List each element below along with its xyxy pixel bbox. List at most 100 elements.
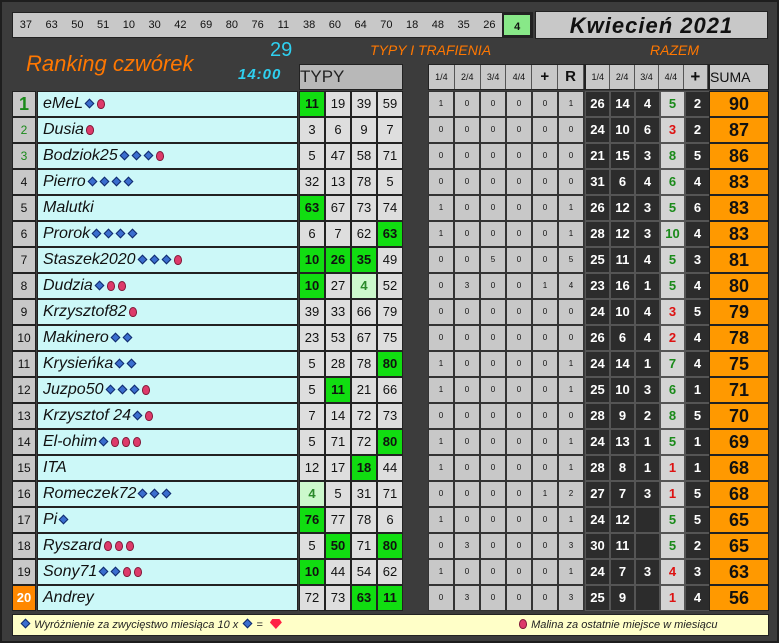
ranking-panel: 37 63 50 51 10 30 42 69 80 76 11 38 60 64 70 18 48 35 26 4 … — [0, 0, 779, 643]
trafienia-cell: 0 — [480, 377, 506, 403]
header-cell: 1/4 — [586, 65, 611, 89]
razem-cell: 2 — [685, 117, 710, 143]
suma-cell: 83 — [709, 195, 769, 221]
trafienia-cell: 0 — [428, 585, 454, 611]
player-name-text: Sony71 — [43, 563, 98, 580]
drawn-number: 60 — [328, 19, 341, 31]
trafienia-cell: 0 — [506, 91, 532, 117]
header-cell: 4/4 — [659, 65, 684, 89]
trafienia-cell: 1 — [558, 507, 584, 533]
diamond-icon — [94, 280, 105, 291]
trafienia-cell: 0 — [480, 403, 506, 429]
drawn-number: 30 — [148, 19, 161, 31]
trafienia-cell: 0 — [480, 117, 506, 143]
typ-cell: 73 — [351, 195, 377, 221]
trafienia-cell: 0 — [532, 507, 558, 533]
trafienia-cell: 0 — [454, 91, 480, 117]
trafienia-cell: 0 — [454, 221, 480, 247]
razem-cell: 21 — [585, 143, 610, 169]
drawn-number: 11 — [277, 19, 290, 31]
table-row: 3 Bodziok25 5 47 58 71 0 0 0 0 0 0 21 15 3 8 5 86 — [12, 143, 769, 169]
razem-cell: 12 — [610, 507, 635, 533]
header-cell: + — [532, 65, 559, 89]
trafienia-cell: 1 — [532, 273, 558, 299]
typ-cell: 62 — [377, 559, 403, 585]
typ-cell: 74 — [377, 195, 403, 221]
trafienia-cell: 0 — [558, 403, 584, 429]
table-row: 13 Krzysztof 24 7 14 72 73 0 0 0 0 0 0 28 9 2 8 5 70 — [12, 403, 769, 429]
trafienia-cell: 0 — [532, 169, 558, 195]
razem-cell: 6 — [660, 377, 685, 403]
razem-cell: 5 — [685, 507, 710, 533]
trafienia-cell: 0 — [506, 481, 532, 507]
razem-cell: 15 — [610, 143, 635, 169]
typ-cell: 27 — [325, 273, 351, 299]
suma-cell: 90 — [709, 91, 769, 117]
diamond-icon — [84, 98, 95, 109]
header-razem: 1/4 2/4 3/4 4/4 + — [585, 64, 709, 90]
razem-cell: 1 — [685, 455, 710, 481]
player-name-text: Andrey — [43, 589, 94, 606]
razem-cell: 28 — [585, 403, 610, 429]
player-name: Dudzia — [37, 273, 298, 299]
typ-cell: 75 — [377, 325, 403, 351]
razem-cell: 6 — [610, 325, 635, 351]
trafienia-cell: 0 — [506, 299, 532, 325]
table-row: 6 Prorok 6 7 62 63 1 0 0 0 0 1 28 12 3 10 4 83 — [12, 221, 769, 247]
trafienia-cell: 0 — [532, 429, 558, 455]
trafienia-cell: 1 — [558, 221, 584, 247]
rank-cell: 19 — [12, 559, 36, 585]
trafienia-cell: 0 — [454, 429, 480, 455]
diamond-icon — [132, 410, 143, 421]
diamond-icon — [111, 176, 122, 187]
rank-cell: 4 — [12, 169, 36, 195]
rank-cell: 10 — [12, 325, 36, 351]
raspberry-icon — [125, 541, 134, 551]
drawn-number: 42 — [174, 19, 187, 31]
razem-cell: 6 — [660, 169, 685, 195]
razem-cell: 1 — [635, 273, 660, 299]
typ-cell: 5 — [299, 351, 325, 377]
razem-cell: 4 — [685, 221, 710, 247]
typ-cell: 10 — [299, 559, 325, 585]
razem-cell: 4 — [635, 169, 660, 195]
drawn-numbers-strip: 37 63 50 51 10 30 42 69 80 76 11 38 60 64 70 18 48 35 26 4 — [12, 12, 533, 38]
header-cell: + — [684, 65, 709, 89]
razem-cell: 4 — [635, 299, 660, 325]
razem-cell: 1 — [660, 585, 685, 611]
raspberry-icon — [128, 307, 137, 317]
player-name: Staszek2020 — [37, 247, 298, 273]
trafienia-cell: 0 — [428, 325, 454, 351]
trafienia-cell: 1 — [428, 507, 454, 533]
rank-cell: 9 — [12, 299, 36, 325]
typ-cell: 28 — [325, 351, 351, 377]
drawn-number: 50 — [71, 19, 84, 31]
trafienia-cell: 0 — [480, 169, 506, 195]
typ-cell: 50 — [325, 533, 351, 559]
diamond-icon — [117, 384, 127, 395]
typ-cell: 80 — [377, 533, 403, 559]
typ-cell: 9 — [351, 117, 377, 143]
typ-cell: 59 — [377, 91, 403, 117]
table-row: 20 Andrey 72 73 63 11 0 3 0 0 0 3 25 9 1 4 56 — [12, 585, 769, 611]
razem-cell: 27 — [585, 481, 610, 507]
razem-cell: 5 — [685, 299, 710, 325]
trafienia-cell: 0 — [480, 533, 506, 559]
diamond-icon — [91, 228, 102, 239]
player-name: Pi — [37, 507, 298, 533]
razem-cell: 5 — [685, 143, 710, 169]
typ-cell: 33 — [325, 299, 351, 325]
razem-cell: 24 — [585, 117, 610, 143]
razem-cell: 1 — [660, 455, 685, 481]
razem-cell: 4 — [635, 91, 660, 117]
razem-cell: 5 — [660, 91, 685, 117]
razem-cell: 1 — [685, 377, 710, 403]
table-row: 19 Sony71 10 44 54 62 1 0 0 0 0 1 24 7 3 4 3 63 — [12, 559, 769, 585]
trafienia-cell: 1 — [558, 195, 584, 221]
trafienia-cell: 0 — [480, 455, 506, 481]
typ-cell: 35 — [351, 247, 377, 273]
trafienia-cell: 0 — [558, 299, 584, 325]
raspberry-icon — [155, 151, 164, 161]
rank-cell: 15 — [12, 455, 36, 481]
suma-cell: 79 — [709, 299, 769, 325]
